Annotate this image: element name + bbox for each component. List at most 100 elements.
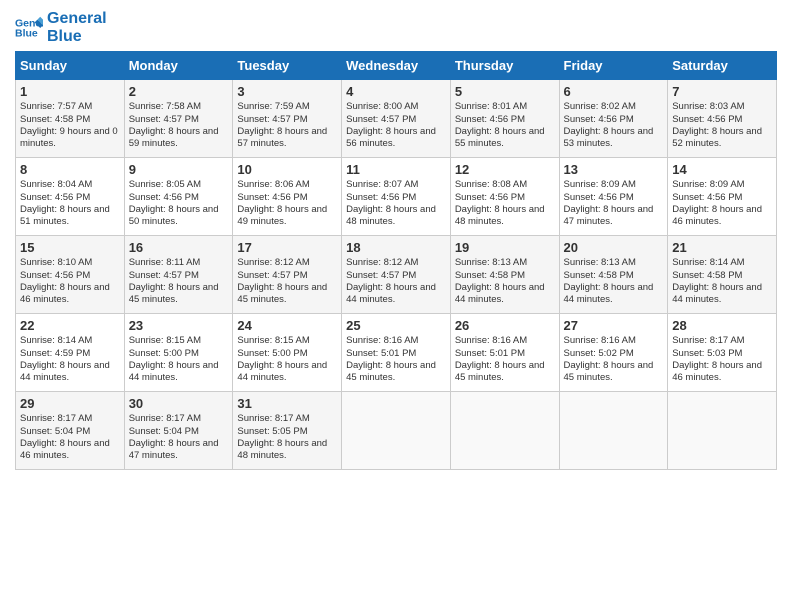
cell-content: Sunrise: 7:57 AMSunset: 4:58 PMDaylight:…: [20, 101, 120, 150]
day-number: 10: [237, 162, 337, 177]
cell-content: Sunrise: 8:15 AMSunset: 5:00 PMDaylight:…: [237, 335, 337, 384]
day-number: 22: [20, 318, 120, 333]
cell-content: Sunrise: 8:16 AMSunset: 5:01 PMDaylight:…: [455, 335, 555, 384]
day-number: 20: [564, 240, 664, 255]
calendar-cell: [668, 392, 777, 470]
calendar-cell: [450, 392, 559, 470]
calendar-cell: 2 Sunrise: 7:58 AMSunset: 4:57 PMDaylight…: [124, 80, 233, 158]
cell-content: Sunrise: 8:01 AMSunset: 4:56 PMDaylight:…: [455, 101, 555, 150]
cell-content: Sunrise: 8:10 AMSunset: 4:56 PMDaylight:…: [20, 257, 120, 306]
day-number: 18: [346, 240, 446, 255]
logo-icon: General Blue: [15, 14, 43, 42]
cell-content: Sunrise: 8:14 AMSunset: 4:59 PMDaylight:…: [20, 335, 120, 384]
day-number: 14: [672, 162, 772, 177]
page-container: General Blue General Blue SundayMondayTu…: [0, 0, 792, 480]
cell-content: Sunrise: 8:04 AMSunset: 4:56 PMDaylight:…: [20, 179, 120, 228]
day-header-sunday: Sunday: [16, 52, 125, 80]
calendar-cell: 20 Sunrise: 8:13 AMSunset: 4:58 PMDayligh…: [559, 236, 668, 314]
calendar-cell: 15 Sunrise: 8:10 AMSunset: 4:56 PMDayligh…: [16, 236, 125, 314]
day-number: 1: [20, 84, 120, 99]
day-number: 8: [20, 162, 120, 177]
cell-content: Sunrise: 8:12 AMSunset: 4:57 PMDaylight:…: [346, 257, 446, 306]
calendar-cell: [342, 392, 451, 470]
day-number: 31: [237, 396, 337, 411]
day-number: 16: [129, 240, 229, 255]
calendar-cell: 7Sunrise: 8:03 AMSunset: 4:56 PMDaylight…: [668, 80, 777, 158]
svg-text:Blue: Blue: [15, 27, 38, 39]
calendar-cell: 31 Sunrise: 8:17 AMSunset: 5:05 PMDayligh…: [233, 392, 342, 470]
week-row-1: 1 Sunrise: 7:57 AMSunset: 4:58 PMDaylight…: [16, 80, 777, 158]
logo-text: General Blue: [47, 10, 107, 45]
calendar-cell: 26Sunrise: 8:16 AMSunset: 5:01 PMDayligh…: [450, 314, 559, 392]
cell-content: Sunrise: 8:08 AMSunset: 4:56 PMDaylight:…: [455, 179, 555, 228]
calendar-cell: 30Sunrise: 8:17 AMSunset: 5:04 PMDayligh…: [124, 392, 233, 470]
day-number: 11: [346, 162, 446, 177]
day-number: 24: [237, 318, 337, 333]
calendar-cell: 9 Sunrise: 8:05 AMSunset: 4:56 PMDaylight…: [124, 158, 233, 236]
cell-content: Sunrise: 8:16 AMSunset: 5:01 PMDaylight:…: [346, 335, 446, 384]
calendar-table: SundayMondayTuesdayWednesdayThursdayFrid…: [15, 51, 777, 470]
cell-content: Sunrise: 8:17 AMSunset: 5:03 PMDaylight:…: [672, 335, 772, 384]
cell-content: Sunrise: 8:13 AMSunset: 4:58 PMDaylight:…: [564, 257, 664, 306]
calendar-cell: 24 Sunrise: 8:15 AMSunset: 5:00 PMDayligh…: [233, 314, 342, 392]
calendar-cell: 13 Sunrise: 8:09 AMSunset: 4:56 PMDayligh…: [559, 158, 668, 236]
calendar-cell: 3 Sunrise: 7:59 AMSunset: 4:57 PMDaylight…: [233, 80, 342, 158]
day-number: 21: [672, 240, 772, 255]
week-row-3: 15 Sunrise: 8:10 AMSunset: 4:56 PMDayligh…: [16, 236, 777, 314]
calendar-cell: 6Sunrise: 8:02 AMSunset: 4:56 PMDaylight…: [559, 80, 668, 158]
cell-content: Sunrise: 8:16 AMSunset: 5:02 PMDaylight:…: [564, 335, 664, 384]
day-number: 4: [346, 84, 446, 99]
day-number: 13: [564, 162, 664, 177]
cell-content: Sunrise: 8:00 AMSunset: 4:57 PMDaylight:…: [346, 101, 446, 150]
calendar-cell: 5 Sunrise: 8:01 AMSunset: 4:56 PMDaylight…: [450, 80, 559, 158]
cell-content: Sunrise: 7:59 AMSunset: 4:57 PMDaylight:…: [237, 101, 337, 150]
calendar-cell: 1 Sunrise: 7:57 AMSunset: 4:58 PMDaylight…: [16, 80, 125, 158]
calendar-cell: 16 Sunrise: 8:11 AMSunset: 4:57 PMDayligh…: [124, 236, 233, 314]
calendar-cell: 23Sunrise: 8:15 AMSunset: 5:00 PMDayligh…: [124, 314, 233, 392]
cell-content: Sunrise: 8:05 AMSunset: 4:56 PMDaylight:…: [129, 179, 229, 228]
cell-content: Sunrise: 8:09 AMSunset: 4:56 PMDaylight:…: [672, 179, 772, 228]
calendar-cell: 29Sunrise: 8:17 AMSunset: 5:04 PMDayligh…: [16, 392, 125, 470]
calendar-cell: 4 Sunrise: 8:00 AMSunset: 4:57 PMDaylight…: [342, 80, 451, 158]
calendar-cell: 10 Sunrise: 8:06 AMSunset: 4:56 PMDayligh…: [233, 158, 342, 236]
day-number: 15: [20, 240, 120, 255]
calendar-cell: 11Sunrise: 8:07 AMSunset: 4:56 PMDayligh…: [342, 158, 451, 236]
day-number: 23: [129, 318, 229, 333]
day-number: 12: [455, 162, 555, 177]
cell-content: Sunrise: 8:02 AMSunset: 4:56 PMDaylight:…: [564, 101, 664, 150]
calendar-cell: 14 Sunrise: 8:09 AMSunset: 4:56 PMDayligh…: [668, 158, 777, 236]
day-number: 9: [129, 162, 229, 177]
calendar-cell: 22 Sunrise: 8:14 AMSunset: 4:59 PMDayligh…: [16, 314, 125, 392]
day-header-monday: Monday: [124, 52, 233, 80]
days-header-row: SundayMondayTuesdayWednesdayThursdayFrid…: [16, 52, 777, 80]
day-number: 27: [564, 318, 664, 333]
calendar-cell: 21 Sunrise: 8:14 AMSunset: 4:58 PMDayligh…: [668, 236, 777, 314]
calendar-cell: 18 Sunrise: 8:12 AMSunset: 4:57 PMDayligh…: [342, 236, 451, 314]
calendar-cell: 19 Sunrise: 8:13 AMSunset: 4:58 PMDayligh…: [450, 236, 559, 314]
day-number: 19: [455, 240, 555, 255]
cell-content: Sunrise: 8:06 AMSunset: 4:56 PMDaylight:…: [237, 179, 337, 228]
cell-content: Sunrise: 8:03 AMSunset: 4:56 PMDaylight:…: [672, 101, 772, 150]
day-number: 2: [129, 84, 229, 99]
calendar-cell: 12 Sunrise: 8:08 AMSunset: 4:56 PMDayligh…: [450, 158, 559, 236]
cell-content: Sunrise: 8:13 AMSunset: 4:58 PMDaylight:…: [455, 257, 555, 306]
cell-content: Sunrise: 8:14 AMSunset: 4:58 PMDaylight:…: [672, 257, 772, 306]
cell-content: Sunrise: 8:17 AMSunset: 5:04 PMDaylight:…: [129, 413, 229, 462]
week-row-2: 8 Sunrise: 8:04 AMSunset: 4:56 PMDaylight…: [16, 158, 777, 236]
day-header-thursday: Thursday: [450, 52, 559, 80]
cell-content: Sunrise: 7:58 AMSunset: 4:57 PMDaylight:…: [129, 101, 229, 150]
week-row-4: 22 Sunrise: 8:14 AMSunset: 4:59 PMDayligh…: [16, 314, 777, 392]
calendar-cell: 25 Sunrise: 8:16 AMSunset: 5:01 PMDayligh…: [342, 314, 451, 392]
day-number: 3: [237, 84, 337, 99]
cell-content: Sunrise: 8:17 AMSunset: 5:04 PMDaylight:…: [20, 413, 120, 462]
day-header-wednesday: Wednesday: [342, 52, 451, 80]
cell-content: Sunrise: 8:11 AMSunset: 4:57 PMDaylight:…: [129, 257, 229, 306]
cell-content: Sunrise: 8:17 AMSunset: 5:05 PMDaylight:…: [237, 413, 337, 462]
day-number: 5: [455, 84, 555, 99]
day-number: 25: [346, 318, 446, 333]
logo: General Blue General Blue: [15, 10, 107, 45]
week-row-5: 29Sunrise: 8:17 AMSunset: 5:04 PMDayligh…: [16, 392, 777, 470]
day-number: 17: [237, 240, 337, 255]
header: General Blue General Blue: [15, 10, 777, 45]
cell-content: Sunrise: 8:09 AMSunset: 4:56 PMDaylight:…: [564, 179, 664, 228]
